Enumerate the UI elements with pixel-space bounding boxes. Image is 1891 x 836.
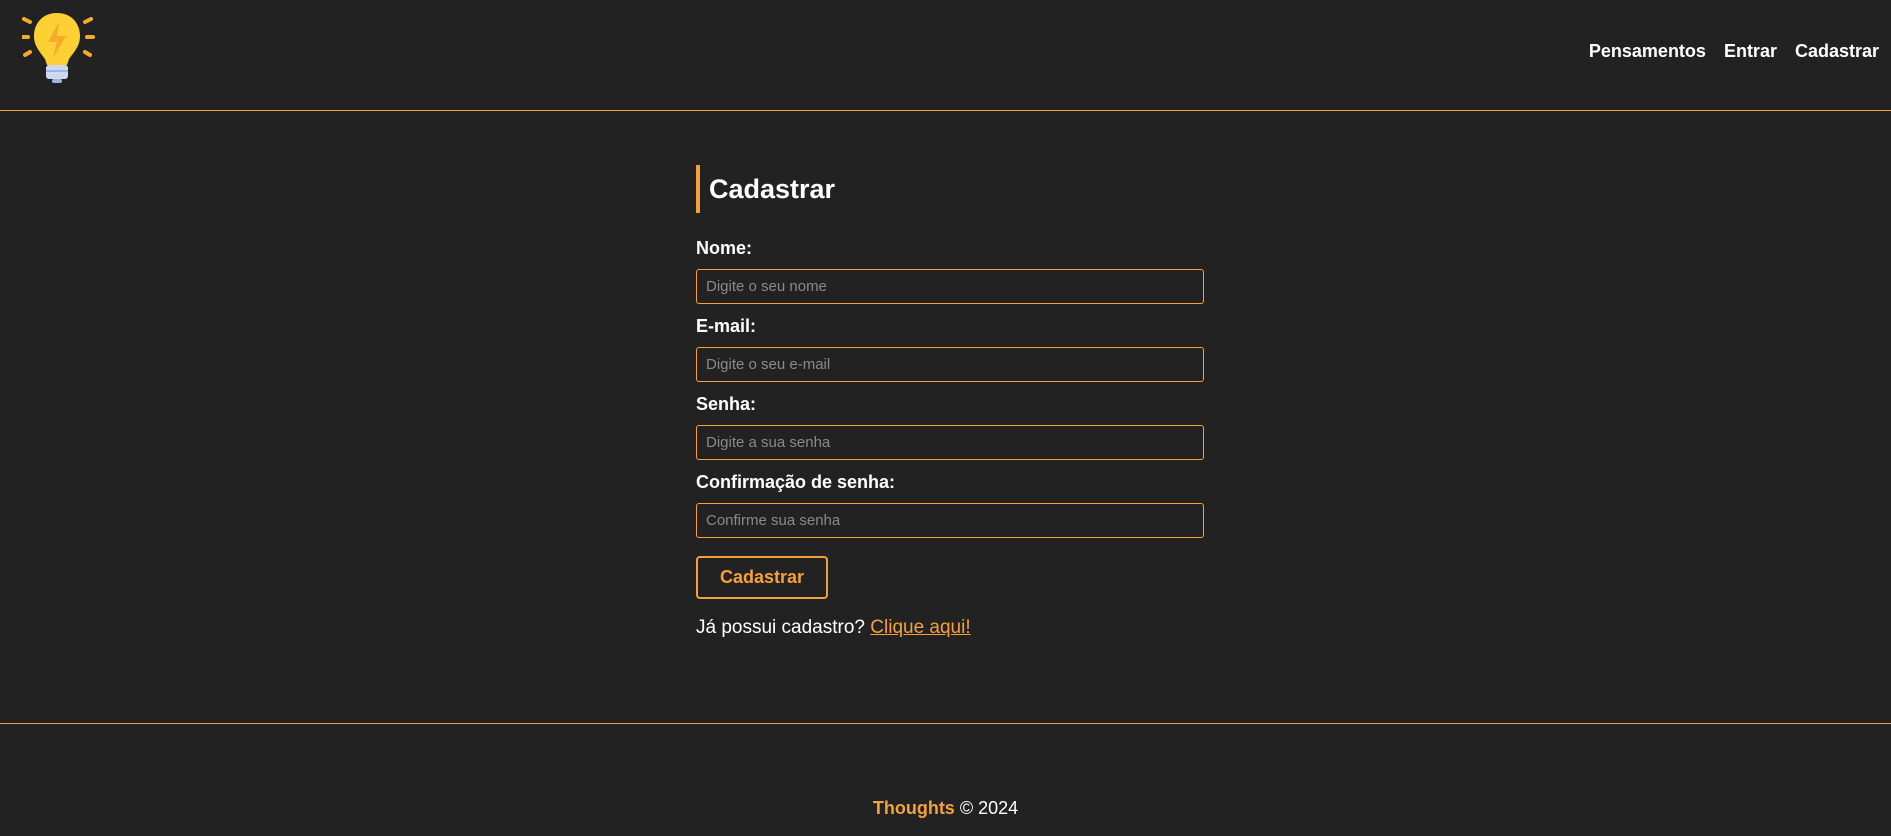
- footer-brand: Thoughts: [872, 798, 955, 818]
- register-button[interactable]: Cadastrar: [696, 556, 828, 599]
- password-field-group: Senha:: [696, 393, 1204, 460]
- nav-link-entrar[interactable]: Entrar: [1724, 40, 1777, 62]
- email-field-group: E-mail:: [696, 315, 1204, 382]
- footer-copyright: © 2024: [959, 798, 1019, 818]
- page-title: Cadastrar: [696, 165, 1204, 213]
- password-input[interactable]: [696, 425, 1204, 460]
- login-prompt: Já possui cadastro? Clique aqui!: [696, 617, 1204, 639]
- password-label: Senha:: [696, 394, 757, 414]
- register-section: Cadastrar Nome: E-mail: Senha: Confirmaç…: [696, 165, 1204, 658]
- email-label: E-mail:: [696, 316, 757, 336]
- lightbulb-bolt-icon: [20, 13, 95, 83]
- email-input[interactable]: [696, 347, 1204, 382]
- name-input[interactable]: [696, 269, 1204, 304]
- nav-links: Pensamentos Entrar Cadastrar: [1571, 40, 1879, 62]
- name-label: Nome:: [696, 238, 753, 258]
- confirm-password-input[interactable]: [696, 503, 1204, 538]
- name-field-group: Nome:: [696, 237, 1204, 304]
- confirm-password-field-group: Confirmação de senha:: [696, 471, 1204, 538]
- login-link[interactable]: Clique aqui!: [870, 617, 970, 638]
- logo-link[interactable]: [20, 10, 100, 88]
- confirm-password-label: Confirmação de senha:: [696, 472, 896, 492]
- nav-link-cadastrar[interactable]: Cadastrar: [1795, 40, 1879, 62]
- register-form: Nome: E-mail: Senha: Confirmação de senh…: [696, 237, 1204, 599]
- navbar: Pensamentos Entrar Cadastrar: [0, 0, 1891, 111]
- footer: Thoughts © 2024: [0, 723, 1891, 836]
- nav-link-pensamentos[interactable]: Pensamentos: [1589, 40, 1706, 62]
- login-prompt-text: Já possui cadastro?: [696, 617, 865, 638]
- footer-text: Thoughts © 2024: [0, 797, 1891, 819]
